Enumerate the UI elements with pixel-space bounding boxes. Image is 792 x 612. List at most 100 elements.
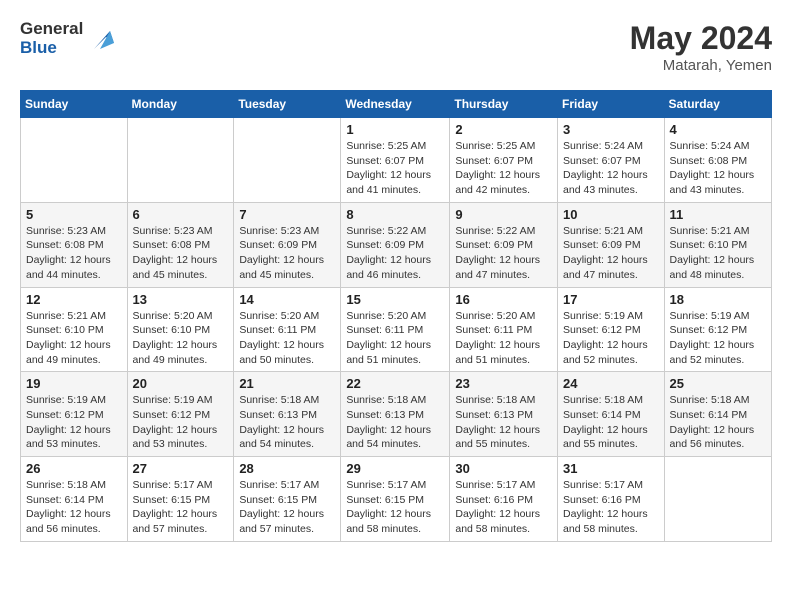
day-number: 16: [455, 292, 552, 307]
weekday-header-wednesday: Wednesday: [341, 91, 450, 118]
day-info: Sunrise: 5:20 AM Sunset: 6:11 PM Dayligh…: [455, 309, 552, 368]
day-info: Sunrise: 5:20 AM Sunset: 6:11 PM Dayligh…: [346, 309, 444, 368]
calendar-cell: 18Sunrise: 5:19 AM Sunset: 6:12 PM Dayli…: [664, 287, 771, 372]
calendar-cell: 7Sunrise: 5:23 AM Sunset: 6:09 PM Daylig…: [234, 202, 341, 287]
day-info: Sunrise: 5:21 AM Sunset: 6:09 PM Dayligh…: [563, 224, 659, 283]
day-info: Sunrise: 5:19 AM Sunset: 6:12 PM Dayligh…: [563, 309, 659, 368]
logo-line2: Blue: [20, 39, 83, 58]
calendar-cell: [21, 118, 128, 203]
calendar-cell: 21 Sunrise: 5:18 AM Sunset: 6:13 PM Dayli…: [234, 372, 341, 457]
calendar-cell: 27 Sunrise: 5:17 AM Sunset: 6:15 PM Dayli…: [127, 457, 234, 542]
day-info: Sunrise: 5:18 AM Sunset: 6:14 PM Dayligh…: [563, 393, 659, 452]
day-number: 30: [455, 461, 552, 476]
day-info: Sunrise: 5:18 AM Sunset: 6:14 PM Dayligh…: [26, 478, 122, 537]
calendar-week-4: 19Sunrise: 5:19 AM Sunset: 6:12 PM Dayli…: [21, 372, 772, 457]
calendar-cell: 4Sunrise: 5:24 AM Sunset: 6:08 PM Daylig…: [664, 118, 771, 203]
calendar-cell: 9Sunrise: 5:22 AM Sunset: 6:09 PM Daylig…: [450, 202, 558, 287]
calendar-cell: 15 Sunrise: 5:20 AM Sunset: 6:11 PM Dayli…: [341, 287, 450, 372]
calendar-cell: 1 Sunrise: 5:25 AM Sunset: 6:07 PM Daylig…: [341, 118, 450, 203]
day-number: 6: [133, 207, 229, 222]
day-number: 13: [133, 292, 229, 307]
day-number: 21: [239, 376, 335, 391]
day-number: 18: [670, 292, 766, 307]
day-info: Sunrise: 5:18 AM Sunset: 6:13 PM Dayligh…: [455, 393, 552, 452]
day-number: 17: [563, 292, 659, 307]
day-info: Sunrise: 5:17 AM Sunset: 6:16 PM Dayligh…: [563, 478, 659, 537]
day-number: 4: [670, 122, 766, 137]
day-info: Sunrise: 5:17 AM Sunset: 6:16 PM Dayligh…: [455, 478, 552, 537]
calendar-cell: 24 Sunrise: 5:18 AM Sunset: 6:14 PM Dayli…: [558, 372, 665, 457]
calendar-cell: 13Sunrise: 5:20 AM Sunset: 6:10 PM Dayli…: [127, 287, 234, 372]
title-block: May 2024 Matarah, Yemen: [630, 20, 772, 74]
calendar-cell: 17 Sunrise: 5:19 AM Sunset: 6:12 PM Dayli…: [558, 287, 665, 372]
day-info: Sunrise: 5:23 AM Sunset: 6:08 PM Dayligh…: [133, 224, 229, 283]
calendar-cell: 8Sunrise: 5:22 AM Sunset: 6:09 PM Daylig…: [341, 202, 450, 287]
day-info: Sunrise: 5:21 AM Sunset: 6:10 PM Dayligh…: [26, 309, 122, 368]
calendar-week-2: 5 Sunrise: 5:23 AM Sunset: 6:08 PM Daylig…: [21, 202, 772, 287]
calendar-week-5: 26Sunrise: 5:18 AM Sunset: 6:14 PM Dayli…: [21, 457, 772, 542]
day-number: 29: [346, 461, 444, 476]
day-number: 12: [26, 292, 122, 307]
day-number: 27: [133, 461, 229, 476]
day-number: 2: [455, 122, 552, 137]
day-info: Sunrise: 5:20 AM Sunset: 6:11 PM Dayligh…: [239, 309, 335, 368]
day-info: Sunrise: 5:17 AM Sunset: 6:15 PM Dayligh…: [239, 478, 335, 537]
weekday-header-friday: Friday: [558, 91, 665, 118]
calendar-cell: 10Sunrise: 5:21 AM Sunset: 6:09 PM Dayli…: [558, 202, 665, 287]
weekday-header-monday: Monday: [127, 91, 234, 118]
calendar-cell: 12 Sunrise: 5:21 AM Sunset: 6:10 PM Dayli…: [21, 287, 128, 372]
calendar-cell: [234, 118, 341, 203]
calendar-cell: 26Sunrise: 5:18 AM Sunset: 6:14 PM Dayli…: [21, 457, 128, 542]
day-info: Sunrise: 5:17 AM Sunset: 6:15 PM Dayligh…: [346, 478, 444, 537]
day-info: Sunrise: 5:23 AM Sunset: 6:08 PM Dayligh…: [26, 224, 122, 283]
day-info: Sunrise: 5:18 AM Sunset: 6:13 PM Dayligh…: [239, 393, 335, 452]
day-number: 3: [563, 122, 659, 137]
calendar-cell: 30 Sunrise: 5:17 AM Sunset: 6:16 PM Dayli…: [450, 457, 558, 542]
day-number: 5: [26, 207, 122, 222]
day-number: 11: [670, 207, 766, 222]
logo-line1: General: [20, 20, 83, 39]
day-info: Sunrise: 5:25 AM Sunset: 6:07 PM Dayligh…: [455, 139, 552, 198]
day-number: 14: [239, 292, 335, 307]
calendar-cell: 31 Sunrise: 5:17 AM Sunset: 6:16 PM Dayli…: [558, 457, 665, 542]
calendar-cell: 6 Sunrise: 5:23 AM Sunset: 6:08 PM Daylig…: [127, 202, 234, 287]
calendar-cell: 19Sunrise: 5:19 AM Sunset: 6:12 PM Dayli…: [21, 372, 128, 457]
day-number: 23: [455, 376, 552, 391]
day-number: 8: [346, 207, 444, 222]
calendar-cell: 22Sunrise: 5:18 AM Sunset: 6:13 PM Dayli…: [341, 372, 450, 457]
month-year: May 2024: [630, 20, 772, 57]
day-info: Sunrise: 5:19 AM Sunset: 6:12 PM Dayligh…: [26, 393, 122, 452]
day-info: Sunrise: 5:21 AM Sunset: 6:10 PM Dayligh…: [670, 224, 766, 283]
logo-icon: [86, 23, 118, 55]
calendar-cell: 11 Sunrise: 5:21 AM Sunset: 6:10 PM Dayli…: [664, 202, 771, 287]
calendar-cell: 28Sunrise: 5:17 AM Sunset: 6:15 PM Dayli…: [234, 457, 341, 542]
day-info: Sunrise: 5:18 AM Sunset: 6:14 PM Dayligh…: [670, 393, 766, 452]
calendar-cell: 3 Sunrise: 5:24 AM Sunset: 6:07 PM Daylig…: [558, 118, 665, 203]
calendar-cell: 5 Sunrise: 5:23 AM Sunset: 6:08 PM Daylig…: [21, 202, 128, 287]
day-number: 24: [563, 376, 659, 391]
location: Matarah, Yemen: [630, 57, 772, 74]
calendar-cell: 23 Sunrise: 5:18 AM Sunset: 6:13 PM Dayli…: [450, 372, 558, 457]
day-number: 15: [346, 292, 444, 307]
day-info: Sunrise: 5:19 AM Sunset: 6:12 PM Dayligh…: [133, 393, 229, 452]
calendar-cell: 25 Sunrise: 5:18 AM Sunset: 6:14 PM Dayli…: [664, 372, 771, 457]
day-number: 25: [670, 376, 766, 391]
day-info: Sunrise: 5:25 AM Sunset: 6:07 PM Dayligh…: [346, 139, 444, 198]
weekday-header-row: SundayMondayTuesdayWednesdayThursdayFrid…: [21, 91, 772, 118]
day-number: 1: [346, 122, 444, 137]
day-info: Sunrise: 5:17 AM Sunset: 6:15 PM Dayligh…: [133, 478, 229, 537]
day-number: 31: [563, 461, 659, 476]
weekday-header-tuesday: Tuesday: [234, 91, 341, 118]
day-info: Sunrise: 5:22 AM Sunset: 6:09 PM Dayligh…: [455, 224, 552, 283]
logo: General Blue: [20, 20, 118, 57]
day-info: Sunrise: 5:23 AM Sunset: 6:09 PM Dayligh…: [239, 224, 335, 283]
day-number: 20: [133, 376, 229, 391]
day-info: Sunrise: 5:24 AM Sunset: 6:07 PM Dayligh…: [563, 139, 659, 198]
weekday-header-sunday: Sunday: [21, 91, 128, 118]
calendar-cell: 14 Sunrise: 5:20 AM Sunset: 6:11 PM Dayli…: [234, 287, 341, 372]
calendar-cell: 29 Sunrise: 5:17 AM Sunset: 6:15 PM Dayli…: [341, 457, 450, 542]
calendar-cell: [127, 118, 234, 203]
page-header: General Blue May 2024 Matarah, Yemen: [20, 20, 772, 74]
calendar-cell: 20 Sunrise: 5:19 AM Sunset: 6:12 PM Dayli…: [127, 372, 234, 457]
calendar-table: SundayMondayTuesdayWednesdayThursdayFrid…: [20, 90, 772, 542]
